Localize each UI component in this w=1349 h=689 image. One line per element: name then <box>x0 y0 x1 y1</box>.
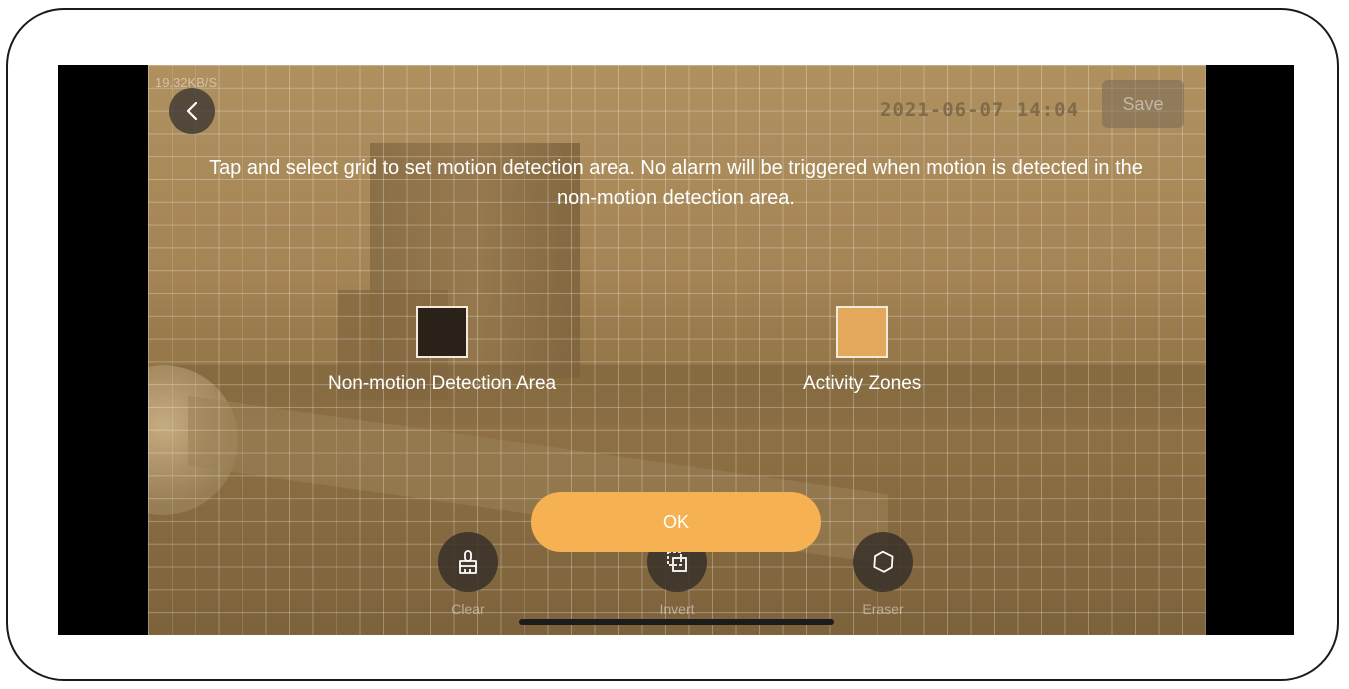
non-motion-swatch <box>416 306 469 358</box>
activity-zone-swatch <box>836 306 889 358</box>
invert-label: Invert <box>659 601 695 617</box>
activity-zone-label: Activity Zones <box>803 373 922 394</box>
legend-activity-zones: Activity Zones <box>803 306 921 395</box>
camera-timestamp: 2021-06-07 14:04 <box>880 99 1080 121</box>
invert-icon <box>667 551 687 572</box>
brush-icon <box>459 550 477 574</box>
non-motion-label: Non-motion Detection Area <box>328 373 557 394</box>
clear-label: Clear <box>451 601 485 617</box>
eraser-icon <box>873 550 894 573</box>
instruction-line-2: non-motion detection area. <box>557 187 795 209</box>
eraser-tool[interactable]: Eraser <box>843 532 923 617</box>
clear-button[interactable] <box>438 532 498 592</box>
chevron-left-icon <box>186 101 198 121</box>
back-button[interactable] <box>169 88 215 134</box>
instruction-line-1: Tap and select grid to set motion detect… <box>209 157 1143 179</box>
clear-tool[interactable]: Clear <box>428 532 508 617</box>
legend-non-motion: Non-motion Detection Area <box>328 306 556 395</box>
eraser-button[interactable] <box>853 532 913 592</box>
ok-button[interactable]: OK <box>531 492 821 552</box>
home-indicator[interactable] <box>519 619 834 625</box>
instruction-text: Tap and select grid to set motion detect… <box>58 153 1294 213</box>
save-button[interactable]: Save <box>1102 80 1184 128</box>
eraser-label: Eraser <box>862 601 904 617</box>
camera-screen: 19.32KB/S 2021-06-07 14:04 Save Tap and … <box>58 65 1294 635</box>
